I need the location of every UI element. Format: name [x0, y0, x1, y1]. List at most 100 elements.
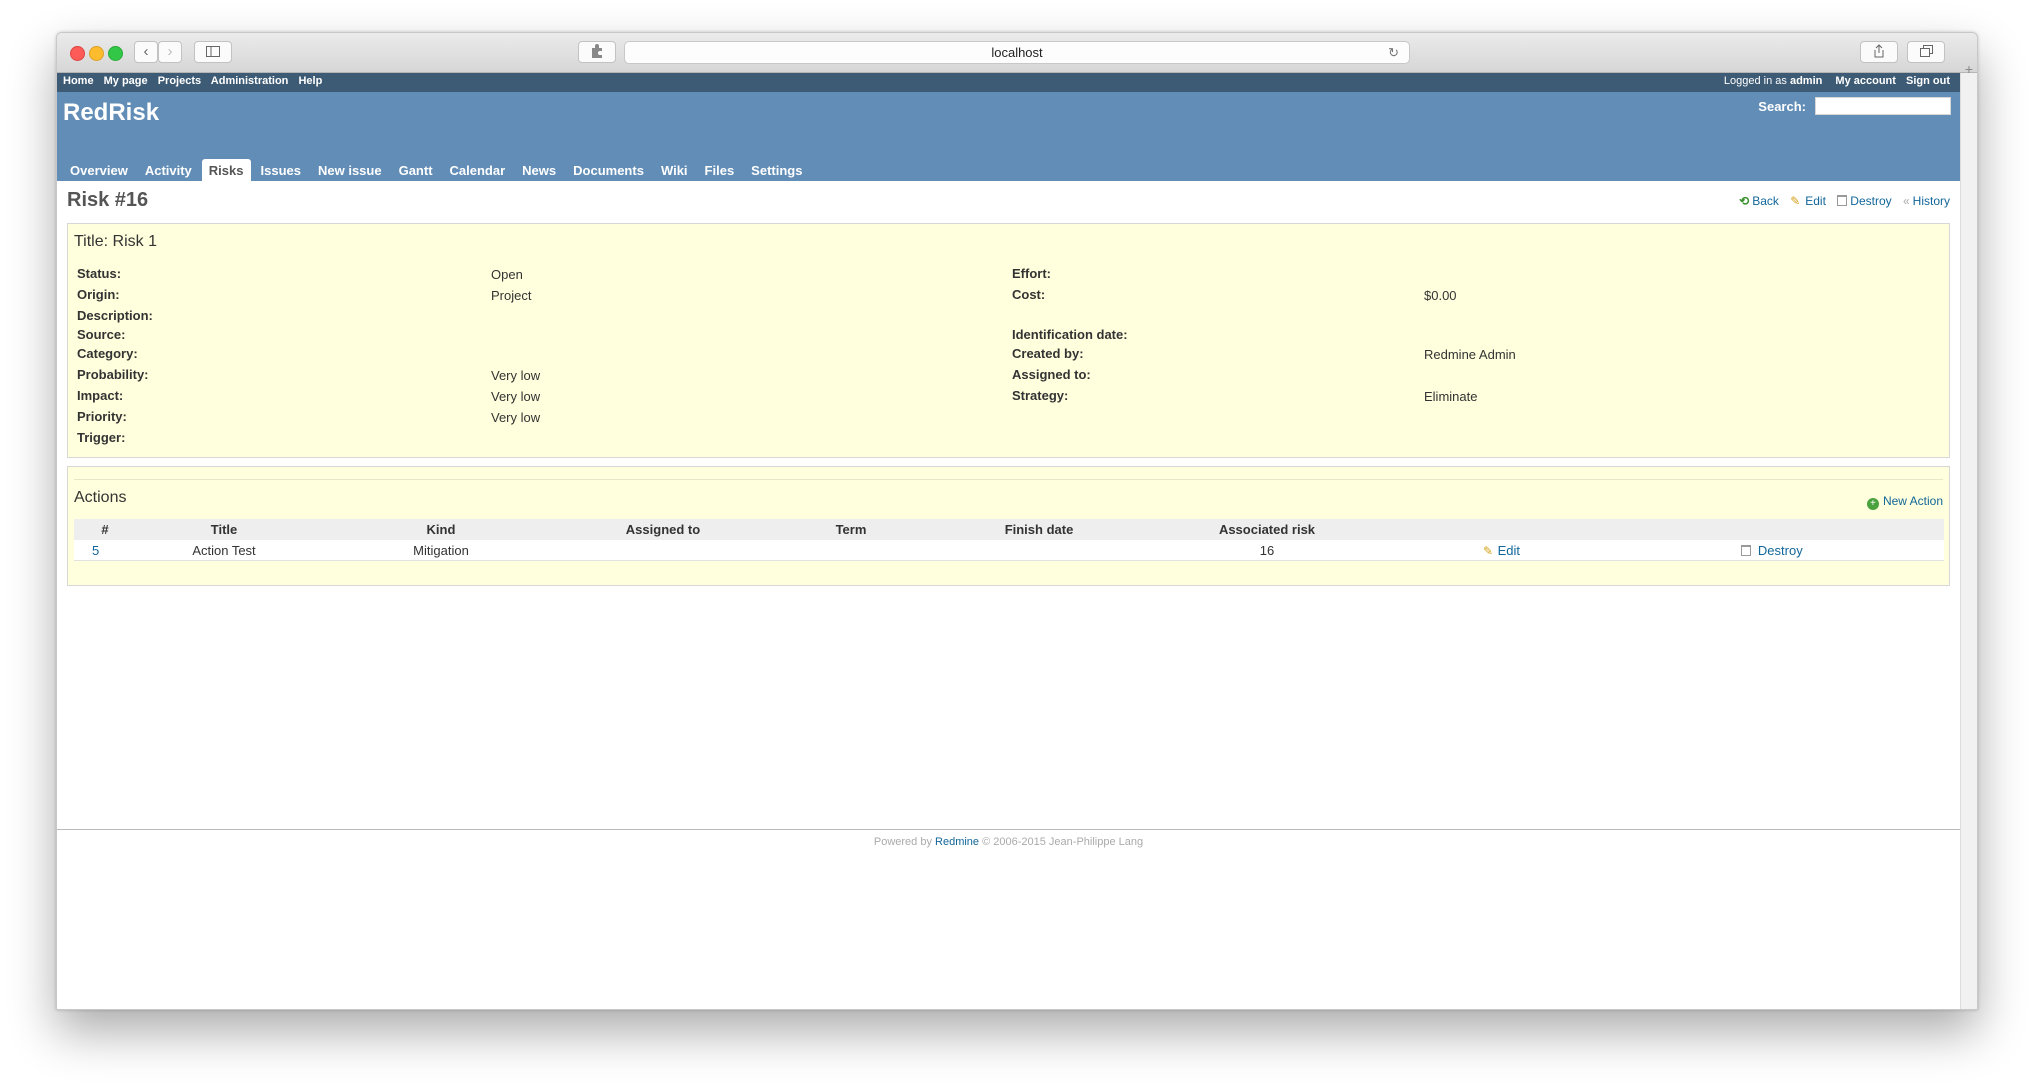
effort-label: Effort:: [1012, 266, 1051, 281]
sidebar-toggle-icon[interactable]: [194, 41, 232, 63]
priority-value: Very low: [491, 410, 541, 425]
action-destroy-label: Destroy: [1757, 542, 1803, 558]
trash-icon: [1837, 195, 1848, 206]
tab-documents[interactable]: Documents: [566, 159, 651, 181]
zoom-window-icon[interactable]: [108, 46, 123, 61]
topmenu-my-page-link[interactable]: My page: [104, 75, 148, 87]
browser-window: ‹ › localhost ↻ + Home My page Projects …: [56, 32, 1978, 1010]
strategy-label: Strategy:: [1012, 388, 1069, 403]
impact-value: Very low: [491, 389, 541, 404]
minimize-window-icon[interactable]: [89, 46, 104, 61]
address-bar[interactable]: localhost ↻: [624, 41, 1410, 64]
topmenu-home-link[interactable]: Home: [63, 75, 94, 87]
action-finish-date-cell: [946, 540, 1132, 561]
action-edit-cell: ✎ Edit: [1402, 540, 1600, 561]
url-text: localhost: [991, 45, 1043, 60]
sign-out-link[interactable]: Sign out: [1906, 75, 1950, 87]
table-row: 5 Action Test Mitigation 16 ✎ Edit Destr…: [74, 540, 1944, 561]
reload-icon[interactable]: ↻: [1388, 42, 1399, 63]
logged-in-prefix: Logged in as: [1723, 75, 1787, 87]
col-kind[interactable]: Kind: [312, 519, 570, 540]
close-window-icon[interactable]: [70, 46, 85, 61]
topmenu-help-link[interactable]: Help: [298, 75, 322, 87]
share-icon[interactable]: [1860, 41, 1898, 63]
tab-activity[interactable]: Activity: [138, 159, 199, 181]
footer-copyright: © 2006-2015 Jean-Philippe Lang: [982, 836, 1144, 848]
actions-box: Actions + New Action # Title Kind Assigne…: [67, 466, 1950, 586]
page-title: Risk #16: [67, 189, 149, 211]
logged-user-link[interactable]: admin: [1790, 75, 1822, 87]
col-associated-risk[interactable]: Associated risk: [1132, 519, 1402, 540]
action-edit-link[interactable]: ✎ Edit: [1482, 543, 1520, 558]
site-title[interactable]: RedRisk: [63, 99, 159, 127]
action-destroy-link[interactable]: Destroy: [1741, 542, 1803, 558]
actions-table: # Title Kind Assigned to Term Finish dat…: [74, 519, 1944, 561]
new-action-link[interactable]: + New Action: [1866, 494, 1943, 510]
origin-label: Origin:: [77, 287, 120, 302]
probability-value: Very low: [491, 368, 541, 383]
strategy-value: Eliminate: [1424, 389, 1478, 404]
col-term[interactable]: Term: [756, 519, 946, 540]
trash-icon: [1741, 544, 1752, 556]
logged-in-as: Logged in as admin: [1724, 75, 1822, 87]
action-assigned-to-cell: [570, 540, 756, 561]
back-arrow-green-icon: ⟲: [1739, 194, 1750, 208]
col-id[interactable]: #: [74, 519, 136, 540]
origin-value: Project: [491, 288, 532, 303]
tab-calendar[interactable]: Calendar: [443, 159, 513, 181]
topmenu-administration-link[interactable]: Administration: [211, 75, 289, 87]
forward-arrow-icon[interactable]: ›: [158, 41, 182, 63]
tab-new-issue[interactable]: New issue: [311, 159, 389, 181]
created-by-value: Redmine Admin: [1424, 347, 1516, 362]
my-account-link[interactable]: My account: [1835, 75, 1896, 87]
tab-wiki[interactable]: Wiki: [654, 159, 695, 181]
search-input[interactable]: [1815, 97, 1951, 115]
add-icon: +: [1866, 498, 1879, 510]
action-associated-risk-cell: 16: [1132, 540, 1402, 561]
history-link[interactable]: «History: [1903, 194, 1950, 208]
topmenu-projects-link[interactable]: Projects: [158, 75, 201, 87]
back-link-label: Back: [1752, 194, 1779, 208]
browser-titlebar: ‹ › localhost ↻: [57, 33, 1977, 73]
col-destroy: [1600, 519, 1944, 540]
action-id-cell: 5: [74, 540, 136, 561]
action-kind-cell: Mitigation: [312, 540, 570, 561]
pencil-icon: ✎: [1482, 543, 1494, 558]
new-tab-icon[interactable]: +: [1962, 61, 1976, 79]
risk-title: Title: Risk 1: [74, 233, 157, 250]
history-icon: «: [1902, 194, 1910, 208]
vertical-scrollbar[interactable]: +: [1960, 61, 1977, 1009]
trigger-label: Trigger:: [77, 430, 126, 445]
risk-details-box: Title: Risk 1 Status: Open Origin: Proje…: [67, 223, 1950, 458]
tab-issues[interactable]: Issues: [254, 159, 308, 181]
back-arrow-icon[interactable]: ‹: [134, 41, 158, 63]
redmine-link[interactable]: Redmine: [935, 836, 979, 848]
tab-files[interactable]: Files: [698, 159, 742, 181]
tab-news[interactable]: News: [515, 159, 563, 181]
assigned-to-label: Assigned to:: [1012, 367, 1091, 382]
col-finish-date[interactable]: Finish date: [946, 519, 1132, 540]
identification-date-label: Identification date:: [1012, 327, 1128, 342]
tab-overview[interactable]: Overview: [63, 159, 135, 181]
status-value: Open: [491, 267, 523, 282]
page-footer: Powered by Redmine © 2006-2015 Jean-Phil…: [57, 829, 1960, 848]
extensions-icon[interactable]: [578, 41, 616, 63]
edit-link-label: Edit: [1805, 194, 1826, 208]
destroy-link-label: Destroy: [1850, 194, 1892, 208]
edit-link[interactable]: ✎ Edit: [1790, 194, 1826, 208]
back-link[interactable]: ⟲ Back: [1739, 194, 1779, 208]
col-assigned-to[interactable]: Assigned to: [570, 519, 756, 540]
col-title[interactable]: Title: [136, 519, 312, 540]
cost-value: $0.00: [1424, 288, 1457, 303]
status-label: Status:: [77, 266, 122, 281]
action-id-link[interactable]: 5: [92, 543, 99, 558]
tab-risks[interactable]: Risks: [201, 159, 251, 181]
tab-settings[interactable]: Settings: [744, 159, 809, 181]
destroy-link[interactable]: Destroy: [1837, 194, 1892, 208]
tabs-overview-icon[interactable]: [1907, 41, 1945, 63]
tab-gantt[interactable]: Gantt: [392, 159, 440, 181]
action-term-cell: [756, 540, 946, 561]
created-by-label: Created by:: [1012, 346, 1084, 361]
history-link-label: History: [1912, 194, 1950, 208]
actions-heading: Actions: [74, 489, 127, 506]
